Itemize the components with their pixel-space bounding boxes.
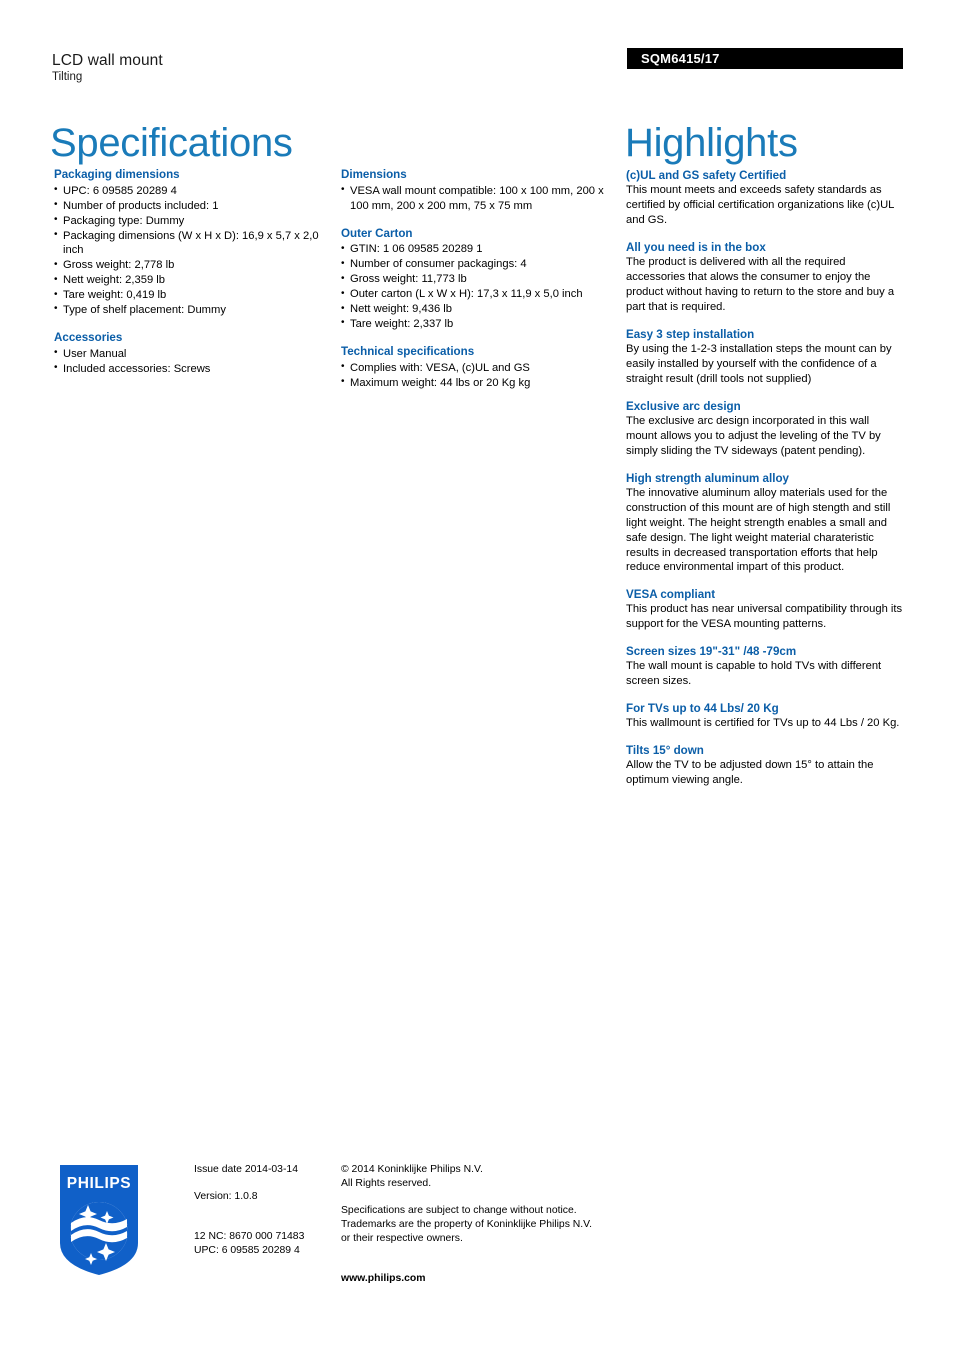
highlight-title: (c)UL and GS safety Certified [626, 169, 787, 182]
spec-list: UPC: 6 09585 20289 4Number of products i… [54, 183, 326, 318]
highlight-entry: High strength aluminum alloy The innovati… [626, 471, 903, 576]
spec-sheet-page: LCD wall mount Tilting SQM6415/17 Specif… [0, 0, 954, 1350]
highlight-entry: VESA compliant This product has near univ… [626, 587, 903, 632]
spec-column-2: Dimensions VESA wall mount compatible: 10… [341, 168, 619, 390]
specifications-heading: Specifications [50, 120, 293, 165]
disclaimer-block: Specifications are subject to change wit… [341, 1204, 641, 1246]
spec-item: Included accessories: Screws [54, 361, 326, 377]
highlight-title: All you need is in the box [626, 240, 766, 254]
spec-item: Complies with: VESA, (c)UL and GS [341, 360, 619, 376]
highlight-entry: For TVs up to 44 Lbs/ 20 Kg This wallmoun… [626, 701, 903, 731]
highlight-body: The product is delivered with all the re… [626, 255, 895, 313]
product-title: LCD wall mount [52, 52, 163, 69]
disclaimer-line-2: Trademarks are the property of Koninklij… [341, 1219, 593, 1231]
highlight-entry: All you need is in the box The product is… [626, 240, 903, 315]
highlight-body: The innovative aluminum alloy materials … [626, 486, 891, 574]
version: Version: 1.0.8 [194, 1191, 258, 1203]
spec-item: Number of consumer packagings: 4 [341, 257, 619, 272]
spec-item: GTIN: 1 06 09585 20289 1 [341, 242, 619, 257]
copyright-line-2: All Rights reserved. [341, 1178, 432, 1190]
spec-item: User Manual [54, 346, 326, 362]
highlights-heading: Highlights [625, 120, 798, 165]
highlight-entry: Exclusive arc design The exclusive arc de… [626, 399, 903, 459]
spec-group-heading: Accessories [54, 330, 123, 344]
highlight-title: VESA compliant [626, 588, 716, 602]
spec-group-heading: Technical specifications [341, 344, 475, 358]
spec-item: Gross weight: 2,778 lb [54, 258, 326, 273]
highlight-entry: Screen sizes 19"-31" /48 -79cm The wall m… [626, 644, 903, 689]
spec-list: Complies with: VESA, (c)UL and GSMaximum… [341, 360, 619, 391]
disclaimer-line-1: Specifications are subject to change wit… [341, 1205, 577, 1217]
spec-item: VESA wall mount compatible: 100 x 100 mm… [341, 183, 619, 214]
twelve-nc: 12 NC: 8670 000 71483 [194, 1231, 305, 1243]
spec-list: User ManualIncluded accessories: Screws [54, 346, 326, 377]
spec-list: VESA wall mount compatible: 100 x 100 mm… [341, 183, 619, 214]
spec-item: Maximum weight: 44 lbs or 20 Kg kg [341, 375, 619, 391]
product-code: SQM6415/17 [641, 51, 720, 66]
website-link[interactable]: www.philips.com [341, 1272, 641, 1286]
product-subtitle: Tilting [52, 71, 83, 83]
footer-meta-column: Issue date 2014-03-14 Version: 1.0.8 12 … [194, 1163, 334, 1258]
disclaimer-line-3: or their respective owners. [341, 1233, 463, 1245]
spec-item: UPC: 6 09585 20289 4 [54, 183, 326, 199]
highlight-body: Allow the TV to be adjusted down 15° to … [626, 759, 874, 787]
highlight-title: Screen sizes 19"-31" /48 -79cm [626, 645, 797, 659]
highlights-column: (c)UL and GS safety Certified This mount … [626, 168, 903, 788]
footer-legal-column: © 2014 Koninklijke Philips N.V. All Righ… [341, 1163, 641, 1286]
copyright-block: © 2014 Koninklijke Philips N.V. All Righ… [341, 1163, 641, 1191]
spec-item: Tare weight: 0,419 lb [54, 288, 326, 303]
spec-item: Nett weight: 9,436 lb [341, 302, 619, 317]
spec-group: Outer Carton GTIN: 1 06 09585 20289 1Numb… [341, 227, 619, 332]
issue-date: Issue date 2014-03-14 [194, 1164, 298, 1175]
spec-item: Outer carton (L x W x H): 17,3 x 11,9 x … [341, 287, 619, 302]
spec-item: Tare weight: 2,337 lb [341, 316, 619, 332]
footer-upc: UPC: 6 09585 20289 4 [194, 1245, 300, 1257]
highlight-title: High strength aluminum alloy [626, 471, 789, 485]
highlight-body: This wallmount is certified for TVs up t… [626, 717, 900, 730]
highlight-body: This product has near universal compatib… [626, 603, 903, 631]
spec-item: Packaging dimensions (W x H x D): 16,9 x… [54, 228, 326, 259]
spec-item: Packaging type: Dummy [54, 213, 326, 229]
highlight-title: Tilts 15° down [626, 744, 704, 758]
highlight-entry: (c)UL and GS safety Certified This mount … [626, 168, 903, 228]
spec-group-heading: Outer Carton [341, 226, 413, 240]
spec-group-heading: Dimensions [341, 168, 407, 181]
svg-text:PHILIPS: PHILIPS [67, 1175, 132, 1192]
spec-group: Technical specifications Complies with: V… [341, 345, 619, 391]
highlight-body: This mount meets and exceeds safety stan… [626, 184, 894, 226]
highlight-body: By using the 1-2-3 installation steps th… [626, 342, 892, 385]
spec-group-heading: Packaging dimensions [54, 168, 180, 181]
highlight-title: Exclusive arc design [626, 399, 741, 413]
highlight-entry: Easy 3 step installation By using the 1-2… [626, 327, 903, 387]
highlight-body: The exclusive arc design incorporated in… [626, 414, 881, 457]
highlight-title: Easy 3 step installation [626, 327, 755, 341]
spec-list: GTIN: 1 06 09585 20289 1Number of consum… [341, 242, 619, 331]
highlight-entry: Tilts 15° down Allow the TV to be adjuste… [626, 743, 903, 788]
spec-item: Type of shelf placement: Dummy [54, 302, 326, 318]
spec-item: Number of products included: 1 [54, 198, 326, 214]
spec-group: Dimensions VESA wall mount compatible: 10… [341, 168, 619, 214]
spec-item: Gross weight: 11,773 lb [341, 272, 619, 287]
highlight-body: The wall mount is capable to hold TVs wi… [626, 660, 882, 688]
product-code-bar: SQM6415/17 [627, 48, 903, 69]
spec-item: Nett weight: 2,359 lb [54, 273, 326, 288]
copyright-line-1: © 2014 Koninklijke Philips N.V. [341, 1164, 483, 1175]
spec-column-1: Packaging dimensions UPC: 6 09585 20289 4… [54, 168, 326, 376]
spec-group: Packaging dimensions UPC: 6 09585 20289 4… [54, 168, 326, 318]
spec-group: Accessories User ManualIncluded accessori… [54, 331, 326, 377]
highlight-title: For TVs up to 44 Lbs/ 20 Kg [626, 702, 779, 716]
philips-logo: PHILIPS [60, 1165, 138, 1275]
